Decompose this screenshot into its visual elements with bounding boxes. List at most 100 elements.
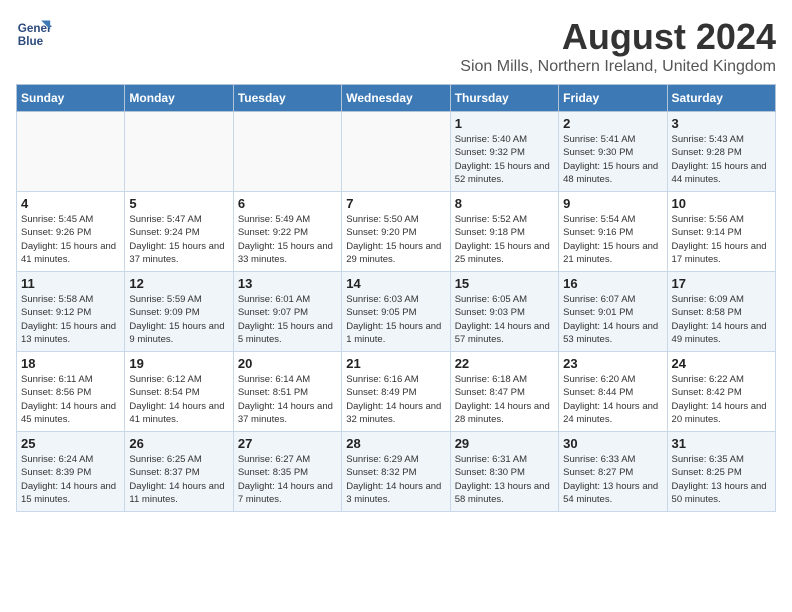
day-number: 15 xyxy=(455,276,554,291)
calendar-week-row: 18 Sunrise: 6:11 AM Sunset: 8:56 PM Dayli… xyxy=(17,352,776,432)
calendar-cell: 23Sunrise: 6:20 AM Sunset: 8:44 PM Dayli… xyxy=(559,352,667,432)
calendar-cell: 31 Sunrise: 6:35 AM Sunset: 8:25 PM Dayli… xyxy=(667,432,775,512)
calendar-cell: 6Sunrise: 5:49 AM Sunset: 9:22 PM Daylig… xyxy=(233,192,341,272)
svg-text:Blue: Blue xyxy=(18,35,44,48)
day-number: 31 xyxy=(672,436,771,451)
day-info: Sunrise: 5:52 AM Sunset: 9:18 PM Dayligh… xyxy=(455,213,554,266)
logo-icon: General Blue xyxy=(16,16,52,52)
day-number: 7 xyxy=(346,196,445,211)
day-info: Sunrise: 5:58 AM Sunset: 9:12 PM Dayligh… xyxy=(21,293,120,346)
day-number: 4 xyxy=(21,196,120,211)
calendar-cell: 19 Sunrise: 6:12 AM Sunset: 8:54 PM Dayli… xyxy=(125,352,233,432)
day-info: Sunrise: 6:07 AM Sunset: 9:01 PM Dayligh… xyxy=(563,293,662,346)
logo: General Blue xyxy=(16,16,52,52)
day-of-week-header: Saturday xyxy=(667,85,775,112)
calendar-cell: 9 Sunrise: 5:54 AM Sunset: 9:16 PM Daylig… xyxy=(559,192,667,272)
day-info: Sunrise: 6:29 AM Sunset: 8:32 PM Dayligh… xyxy=(346,453,445,506)
day-info: Sunrise: 5:50 AM Sunset: 9:20 PM Dayligh… xyxy=(346,213,445,266)
day-of-week-header: Thursday xyxy=(450,85,558,112)
calendar-cell: 8 Sunrise: 5:52 AM Sunset: 9:18 PM Daylig… xyxy=(450,192,558,272)
day-number: 9 xyxy=(563,196,662,211)
calendar-body: 1 Sunrise: 5:40 AM Sunset: 9:32 PM Daylig… xyxy=(17,112,776,512)
calendar-week-row: 1 Sunrise: 5:40 AM Sunset: 9:32 PM Daylig… xyxy=(17,112,776,192)
calendar-cell: 5 Sunrise: 5:47 AM Sunset: 9:24 PM Daylig… xyxy=(125,192,233,272)
day-info: Sunrise: 6:01 AM Sunset: 9:07 PM Dayligh… xyxy=(238,293,337,346)
calendar-cell xyxy=(342,112,450,192)
day-of-week-header: Wednesday xyxy=(342,85,450,112)
day-info: Sunrise: 6:09 AM Sunset: 8:58 PM Dayligh… xyxy=(672,293,771,346)
day-info: Sunrise: 6:27 AM Sunset: 8:35 PM Dayligh… xyxy=(238,453,337,506)
calendar-cell: 14 Sunrise: 6:03 AM Sunset: 9:05 PM Dayli… xyxy=(342,272,450,352)
calendar-cell: 15 Sunrise: 6:05 AM Sunset: 9:03 PM Dayli… xyxy=(450,272,558,352)
calendar-cell: 16 Sunrise: 6:07 AM Sunset: 9:01 PM Dayli… xyxy=(559,272,667,352)
day-number: 25 xyxy=(21,436,120,451)
calendar-cell: 2 Sunrise: 5:41 AM Sunset: 9:30 PM Daylig… xyxy=(559,112,667,192)
day-info: Sunrise: 5:54 AM Sunset: 9:16 PM Dayligh… xyxy=(563,213,662,266)
calendar-cell: 20 Sunrise: 6:14 AM Sunset: 8:51 PM Dayli… xyxy=(233,352,341,432)
calendar-cell: 25 Sunrise: 6:24 AM Sunset: 8:39 PM Dayli… xyxy=(17,432,125,512)
calendar-cell: 22 Sunrise: 6:18 AM Sunset: 8:47 PM Dayli… xyxy=(450,352,558,432)
day-info: Sunrise: 5:40 AM Sunset: 9:32 PM Dayligh… xyxy=(455,133,554,186)
day-info: Sunrise: 5:41 AM Sunset: 9:30 PM Dayligh… xyxy=(563,133,662,186)
day-info: Sunrise: 6:16 AM Sunset: 8:49 PM Dayligh… xyxy=(346,373,445,426)
calendar-cell xyxy=(17,112,125,192)
day-info: Sunrise: 6:22 AM Sunset: 8:42 PM Dayligh… xyxy=(672,373,771,426)
calendar-table: SundayMondayTuesdayWednesdayThursdayFrid… xyxy=(16,84,776,512)
day-number: 8 xyxy=(455,196,554,211)
calendar-cell: 10 Sunrise: 5:56 AM Sunset: 9:14 PM Dayli… xyxy=(667,192,775,272)
day-info: Sunrise: 5:43 AM Sunset: 9:28 PM Dayligh… xyxy=(672,133,771,186)
calendar-cell: 26 Sunrise: 6:25 AM Sunset: 8:37 PM Dayli… xyxy=(125,432,233,512)
day-info: Sunrise: 6:24 AM Sunset: 8:39 PM Dayligh… xyxy=(21,453,120,506)
calendar-cell: 13Sunrise: 6:01 AM Sunset: 9:07 PM Dayli… xyxy=(233,272,341,352)
day-number: 5 xyxy=(129,196,228,211)
day-info: Sunrise: 6:35 AM Sunset: 8:25 PM Dayligh… xyxy=(672,453,771,506)
calendar-cell: 3 Sunrise: 5:43 AM Sunset: 9:28 PM Daylig… xyxy=(667,112,775,192)
day-number: 24 xyxy=(672,356,771,371)
day-number: 22 xyxy=(455,356,554,371)
calendar-cell: 18 Sunrise: 6:11 AM Sunset: 8:56 PM Dayli… xyxy=(17,352,125,432)
day-number: 20 xyxy=(238,356,337,371)
day-number: 18 xyxy=(21,356,120,371)
day-number: 26 xyxy=(129,436,228,451)
day-number: 11 xyxy=(21,276,120,291)
day-number: 21 xyxy=(346,356,445,371)
day-info: Sunrise: 6:14 AM Sunset: 8:51 PM Dayligh… xyxy=(238,373,337,426)
calendar-cell: 28 Sunrise: 6:29 AM Sunset: 8:32 PM Dayli… xyxy=(342,432,450,512)
calendar-cell xyxy=(125,112,233,192)
calendar-cell: 30Sunrise: 6:33 AM Sunset: 8:27 PM Dayli… xyxy=(559,432,667,512)
day-info: Sunrise: 5:59 AM Sunset: 9:09 PM Dayligh… xyxy=(129,293,228,346)
calendar-cell: 27Sunrise: 6:27 AM Sunset: 8:35 PM Dayli… xyxy=(233,432,341,512)
day-number: 1 xyxy=(455,116,554,131)
day-number: 28 xyxy=(346,436,445,451)
day-info: Sunrise: 6:18 AM Sunset: 8:47 PM Dayligh… xyxy=(455,373,554,426)
day-info: Sunrise: 6:31 AM Sunset: 8:30 PM Dayligh… xyxy=(455,453,554,506)
day-info: Sunrise: 6:25 AM Sunset: 8:37 PM Dayligh… xyxy=(129,453,228,506)
day-info: Sunrise: 6:05 AM Sunset: 9:03 PM Dayligh… xyxy=(455,293,554,346)
day-number: 23 xyxy=(563,356,662,371)
day-info: Sunrise: 5:45 AM Sunset: 9:26 PM Dayligh… xyxy=(21,213,120,266)
calendar-cell: 17 Sunrise: 6:09 AM Sunset: 8:58 PM Dayli… xyxy=(667,272,775,352)
calendar-cell: 24 Sunrise: 6:22 AM Sunset: 8:42 PM Dayli… xyxy=(667,352,775,432)
calendar-cell: 12 Sunrise: 5:59 AM Sunset: 9:09 PM Dayli… xyxy=(125,272,233,352)
day-number: 10 xyxy=(672,196,771,211)
day-number: 14 xyxy=(346,276,445,291)
calendar-header-row: SundayMondayTuesdayWednesdayThursdayFrid… xyxy=(17,85,776,112)
day-number: 16 xyxy=(563,276,662,291)
day-info: Sunrise: 6:11 AM Sunset: 8:56 PM Dayligh… xyxy=(21,373,120,426)
day-info: Sunrise: 6:33 AM Sunset: 8:27 PM Dayligh… xyxy=(563,453,662,506)
day-number: 2 xyxy=(563,116,662,131)
subtitle: Sion Mills, Northern Ireland, United Kin… xyxy=(460,58,776,76)
calendar-cell: 7 Sunrise: 5:50 AM Sunset: 9:20 PM Daylig… xyxy=(342,192,450,272)
day-info: Sunrise: 5:47 AM Sunset: 9:24 PM Dayligh… xyxy=(129,213,228,266)
day-info: Sunrise: 6:03 AM Sunset: 9:05 PM Dayligh… xyxy=(346,293,445,346)
day-of-week-header: Tuesday xyxy=(233,85,341,112)
day-of-week-header: Friday xyxy=(559,85,667,112)
day-of-week-header: Monday xyxy=(125,85,233,112)
calendar-week-row: 4 Sunrise: 5:45 AM Sunset: 9:26 PM Daylig… xyxy=(17,192,776,272)
day-number: 12 xyxy=(129,276,228,291)
day-number: 17 xyxy=(672,276,771,291)
day-info: Sunrise: 6:12 AM Sunset: 8:54 PM Dayligh… xyxy=(129,373,228,426)
day-number: 3 xyxy=(672,116,771,131)
day-info: Sunrise: 5:56 AM Sunset: 9:14 PM Dayligh… xyxy=(672,213,771,266)
day-number: 19 xyxy=(129,356,228,371)
